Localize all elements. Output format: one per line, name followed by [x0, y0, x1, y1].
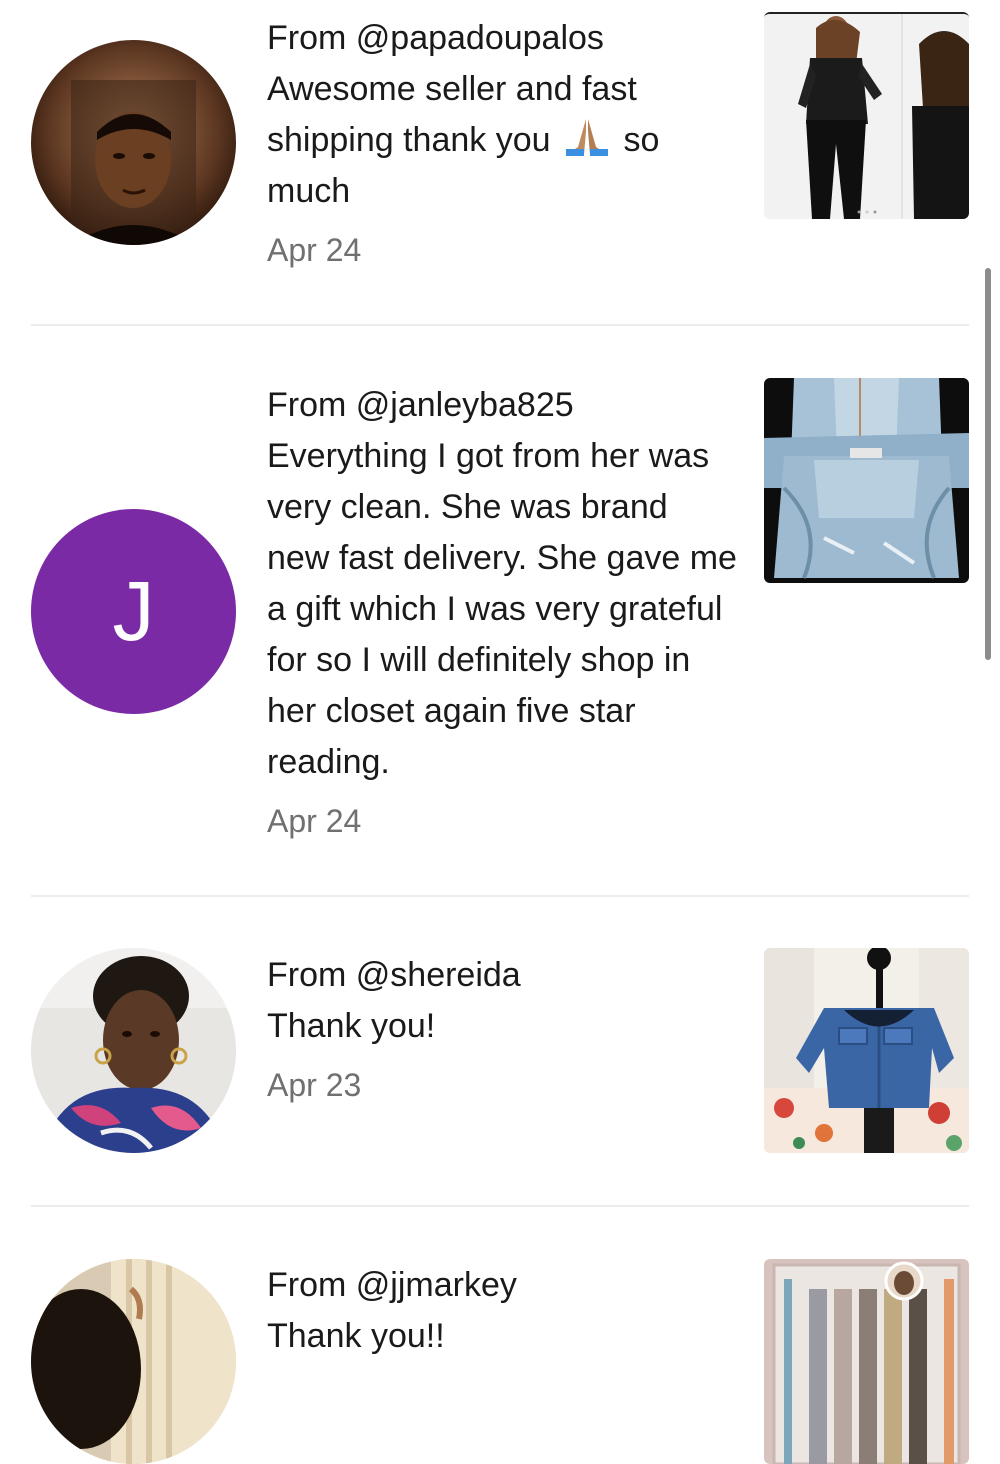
avatar[interactable]: [31, 948, 236, 1153]
listing-thumbnail[interactable]: [764, 948, 969, 1153]
review-date: Apr 24: [267, 232, 362, 268]
listing-thumbnail[interactable]: [764, 12, 969, 219]
reviewer-handle[interactable]: From @janleyba825: [267, 380, 747, 431]
avatar[interactable]: [31, 40, 236, 245]
avatar[interactable]: J: [31, 509, 236, 714]
reviewer-handle[interactable]: From @shereida: [267, 950, 747, 1001]
divider: [31, 324, 969, 326]
divider: [31, 1205, 969, 1207]
folded-hands-emoji-icon: [564, 117, 610, 157]
review-date: Apr 24: [267, 803, 362, 839]
reviewer-handle[interactable]: From @papadoupalos: [267, 13, 747, 64]
reviewer-handle[interactable]: From @jjmarkey: [267, 1260, 747, 1311]
review-text: Everything I got from her was very clean…: [267, 437, 737, 781]
avatar[interactable]: [31, 1259, 236, 1464]
divider: [31, 895, 969, 897]
review-date: Apr 23: [267, 1067, 362, 1103]
review-text: Thank you!!: [267, 1317, 445, 1355]
listing-thumbnail[interactable]: [764, 378, 969, 583]
review-text: Thank you!: [267, 1007, 436, 1045]
review-text: Awesome seller and fast shipping thank y…: [267, 70, 660, 210]
listing-thumbnail[interactable]: [764, 1259, 969, 1464]
scrollbar[interactable]: [985, 268, 991, 660]
